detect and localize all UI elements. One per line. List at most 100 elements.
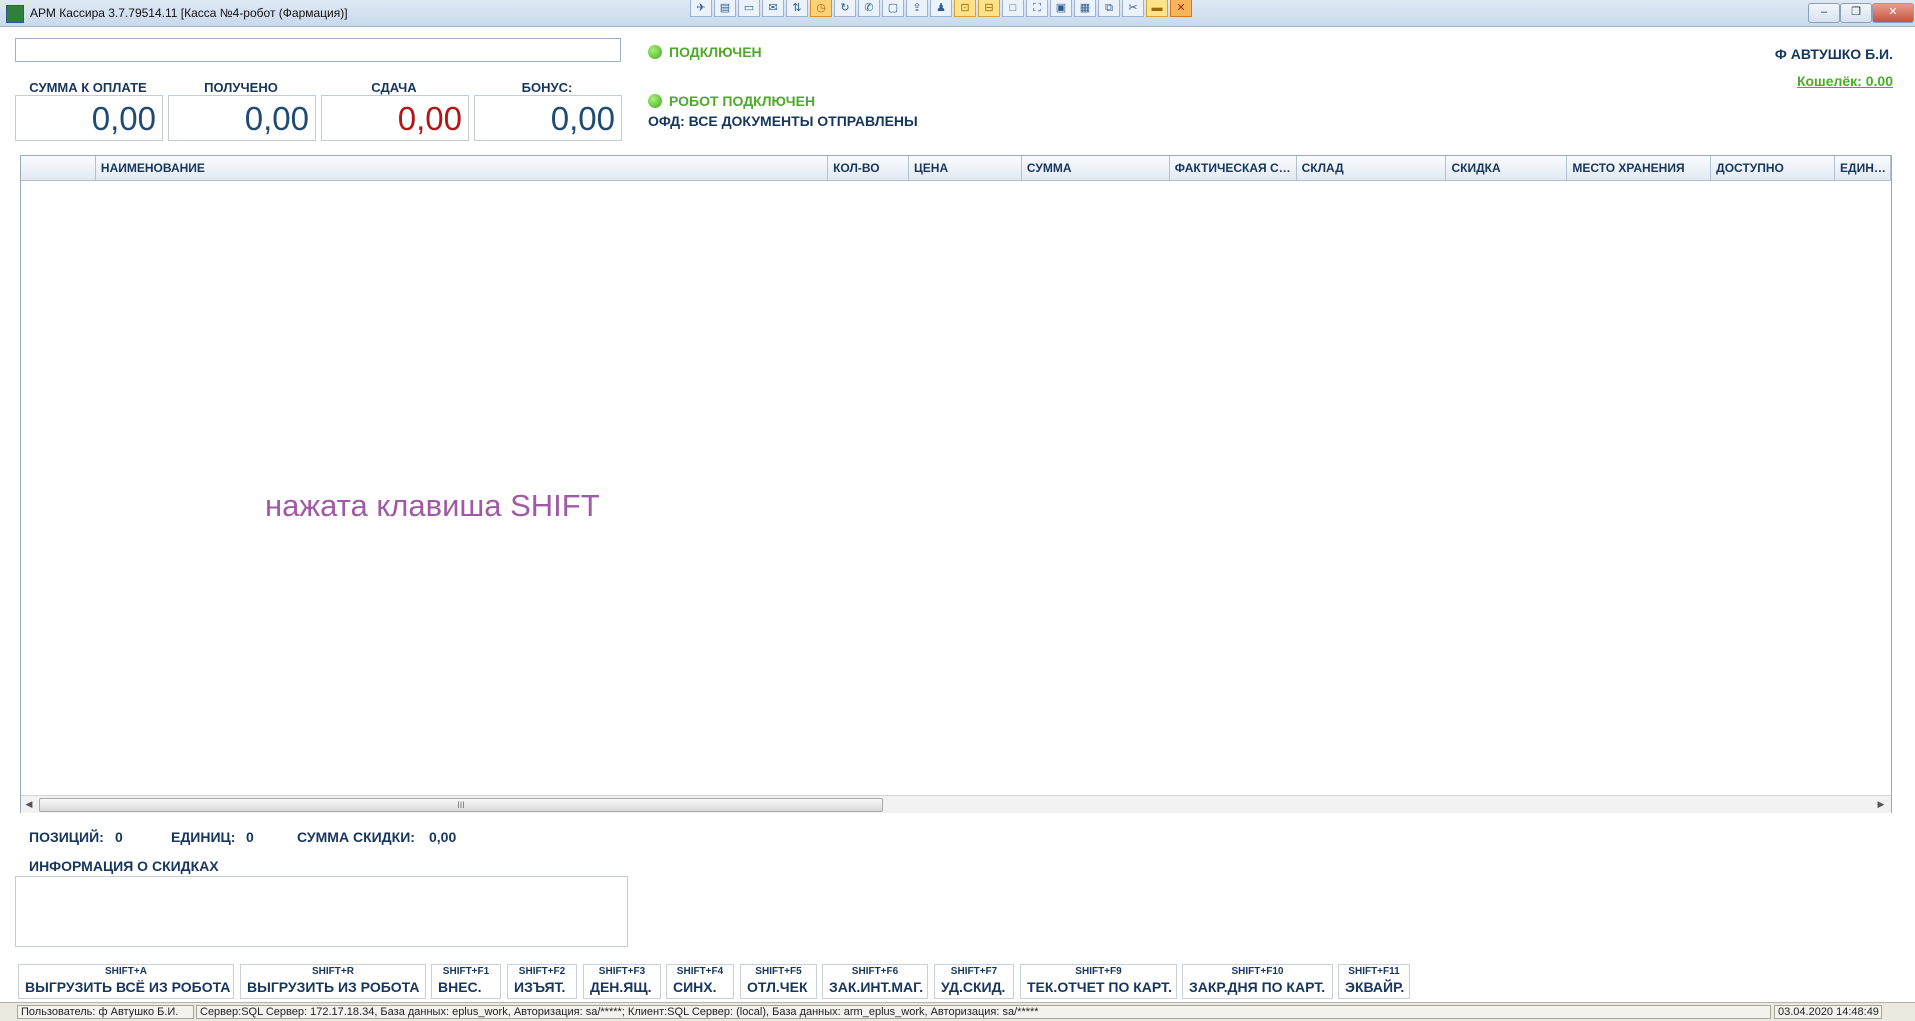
fkey-shortcut: SHIFT+F5: [755, 966, 802, 977]
scroll-grip: III: [457, 800, 465, 810]
change-value: 0,00: [321, 95, 469, 141]
acquiring-button[interactable]: SHIFT+F11 ЭКВАЙР.: [1338, 964, 1410, 999]
window-title: АРМ Кассира 3.7.79514.11 [Касса №4-робот…: [30, 6, 348, 20]
refresh-icon[interactable]: ↻: [834, 0, 856, 17]
tools-icon[interactable]: ✂: [1122, 0, 1144, 17]
status-datetime: 03.04.2020 14:48:49: [1774, 1005, 1882, 1019]
layout-icon[interactable]: ▣: [1050, 0, 1072, 17]
items-grid[interactable]: НАИМЕНОВАНИЕ КОЛ-ВО ЦЕНА СУММА ФАКТИЧЕСК…: [20, 155, 1892, 813]
fkey-shortcut: SHIFT+F7: [950, 966, 998, 977]
fkey-label: СИНХ.: [673, 979, 717, 995]
fkey-shortcut: SHIFT+A: [105, 966, 147, 977]
wallet-link[interactable]: Кошелёк: 0.00: [1797, 73, 1893, 89]
card-day-close-button[interactable]: SHIFT+F10 ЗАКР.ДНЯ ПО КАРТ.: [1182, 964, 1333, 999]
grid-header: НАИМЕНОВАНИЕ КОЛ-ВО ЦЕНА СУММА ФАКТИЧЕСК…: [21, 156, 1891, 181]
deposit-button[interactable]: SHIFT+F1 ВНЕС.: [431, 964, 501, 999]
robot-status: РОБОТ ПОДКЛЮЧЕН: [669, 93, 816, 109]
unlock-icon[interactable]: ⊟: [978, 0, 1000, 17]
scroll-thumb[interactable]: III: [39, 798, 883, 812]
unload-all-robot-button[interactable]: SHIFT+A ВЫГРУЗИТЬ ВСЁ ИЗ РОБОТА: [18, 964, 234, 999]
status-user: Пользователь: ф Автушко Б.И.: [17, 1005, 194, 1019]
discount-sum-value: 0,00: [429, 829, 457, 845]
clock-icon[interactable]: ◷: [810, 0, 832, 17]
cash-drawer-button[interactable]: SHIFT+F3 ДЕН.ЯЩ.: [583, 964, 661, 999]
sync-button[interactable]: SHIFT+F4 СИНХ.: [666, 964, 734, 999]
folder-icon[interactable]: ▬: [1146, 0, 1168, 17]
fkey-label: ТЕК.ОТЧЕТ ПО КАРТ.: [1027, 979, 1172, 995]
deferred-check-button[interactable]: SHIFT+F5 ОТЛ.ЧЕК: [740, 964, 817, 999]
copy-icon[interactable]: ⧉: [1098, 0, 1120, 17]
total-due-value: 0,00: [15, 95, 163, 141]
unload-robot-button[interactable]: SHIFT+R ВЫГРУЗИТЬ ИЗ РОБОТА: [240, 964, 426, 999]
units-label: ЕДИНИЦ:: [171, 829, 236, 845]
window-icon[interactable]: □: [1002, 0, 1024, 17]
column-header-available[interactable]: ДОСТУПНО: [1711, 156, 1836, 180]
fkey-label: ЗАК.ИНТ.МАГ.: [829, 979, 924, 995]
fkey-shortcut: SHIFT+F4: [676, 966, 724, 977]
printer-icon[interactable]: ▤: [714, 0, 736, 17]
fkey-shortcut: SHIFT+F9: [1075, 966, 1122, 977]
column-header-selector[interactable]: [21, 156, 96, 180]
fkey-label: ВЫГРУЗИТЬ ИЗ РОБОТА: [247, 979, 420, 995]
fkey-label: ИЗЪЯТ.: [514, 979, 566, 995]
minimize-button[interactable]: –: [1808, 3, 1840, 23]
cashier-name: Ф АВТУШКО Б.И.: [1774, 46, 1893, 62]
search-input[interactable]: [15, 38, 621, 62]
fkey-label: ОТЛ.ЧЕК: [747, 979, 808, 995]
discount-sum-label: СУММА СКИДКИ:: [297, 829, 415, 845]
fkey-label: ДЕН.ЯЩ.: [590, 979, 652, 995]
fkey-label: ВЫГРУЗИТЬ ВСЁ ИЗ РОБОТА: [25, 979, 231, 995]
phone-icon[interactable]: ✆: [858, 0, 880, 17]
column-header-discount[interactable]: СКИДКА: [1446, 156, 1568, 180]
fkey-shortcut: SHIFT+F11: [1348, 966, 1400, 977]
connection-status: ПОДКЛЮЧЕН: [669, 44, 762, 60]
robot-indicator-icon: [648, 94, 662, 108]
discount-info-label: ИНФОРМАЦИЯ О СКИДКАХ: [29, 858, 219, 874]
discount-info-box: [15, 876, 628, 947]
fkey-label: ЗАКР.ДНЯ ПО КАРТ.: [1189, 979, 1326, 995]
status-bar: Пользователь: ф Автушко Б.И. Сервер:SQL …: [0, 1002, 1915, 1021]
positions-label: ПОЗИЦИЙ:: [29, 829, 104, 845]
app-icon: [6, 5, 24, 23]
scroll-left-icon[interactable]: ◀: [21, 796, 37, 813]
maximize-button[interactable]: ❐: [1840, 3, 1872, 23]
ofd-status: ОФД: ВСЕ ДОКУМЕНТЫ ОТПРАВЛЕНЫ: [648, 113, 918, 129]
remove-discount-button[interactable]: SHIFT+F7 УД.СКИД.: [934, 964, 1014, 999]
column-header-sum[interactable]: СУММА: [1022, 156, 1170, 180]
online-order-button[interactable]: SHIFT+F6 ЗАК.ИНТ.МАГ.: [822, 964, 928, 999]
column-header-qty[interactable]: КОЛ-ВО: [828, 156, 910, 180]
column-header-name[interactable]: НАИМЕНОВАНИЕ: [96, 156, 829, 180]
withdraw-button[interactable]: SHIFT+F2 ИЗЪЯТ.: [507, 964, 577, 999]
card-report-button[interactable]: SHIFT+F9 ТЕК.ОТЧЕТ ПО КАРТ.: [1020, 964, 1177, 999]
status-server: Сервер:SQL Сервер: 172.17.18.34, База да…: [196, 1005, 1771, 1019]
scroll-right-icon[interactable]: ▶: [1873, 796, 1889, 813]
expand-icon[interactable]: ⛶: [1026, 0, 1048, 17]
column-header-actual-discount[interactable]: ФАКТИЧЕСКАЯ СКИДКА: [1170, 156, 1297, 180]
grid-icon[interactable]: ▦: [1074, 0, 1096, 17]
fkey-shortcut: SHIFT+F2: [518, 966, 566, 977]
fkey-shortcut: SHIFT+R: [312, 966, 354, 977]
quick-toolbar: ✈ ▤ ▭ ✉ ⇅ ◷ ↻ ✆ ▢ ⇪ ♟ ⊡ ⊟ □ ⛶ ▣ ▦ ⧉ ✂ ▬ …: [690, 0, 1192, 17]
close-button[interactable]: ✕: [1872, 3, 1914, 23]
column-header-warehouse[interactable]: СКЛАД: [1297, 156, 1447, 180]
fkey-shortcut: SHIFT+F1: [442, 966, 490, 977]
total-due-label: СУММА К ОПЛАТЕ: [29, 80, 147, 95]
mail-icon[interactable]: ✉: [762, 0, 784, 17]
fkey-shortcut: SHIFT+F3: [598, 966, 646, 977]
lock-icon[interactable]: ⊡: [954, 0, 976, 17]
monitor-icon[interactable]: ▭: [738, 0, 760, 17]
pin-icon[interactable]: ✈: [690, 0, 712, 17]
users-icon[interactable]: ♟: [930, 0, 952, 17]
column-header-price[interactable]: ЦЕНА: [909, 156, 1022, 180]
title-bar: АРМ Кассира 3.7.79514.11 [Касса №4-робот…: [0, 0, 1915, 27]
sync-icon[interactable]: ⇅: [786, 0, 808, 17]
chat-icon[interactable]: ▢: [882, 0, 904, 17]
upload-icon[interactable]: ⇪: [906, 0, 928, 17]
column-header-units[interactable]: ЕДИНИЦЫ: [1835, 156, 1891, 180]
shift-overlay-message: нажата клавиша SHIFT: [265, 488, 600, 523]
horizontal-scrollbar[interactable]: ◀ III ▶: [21, 795, 1891, 813]
column-header-storage[interactable]: МЕСТО ХРАНЕНИЯ: [1567, 156, 1712, 180]
fkey-label: ЭКВАЙР.: [1345, 979, 1405, 995]
exit-icon[interactable]: ✕: [1170, 0, 1192, 17]
received-value[interactable]: 0,00: [168, 95, 316, 141]
